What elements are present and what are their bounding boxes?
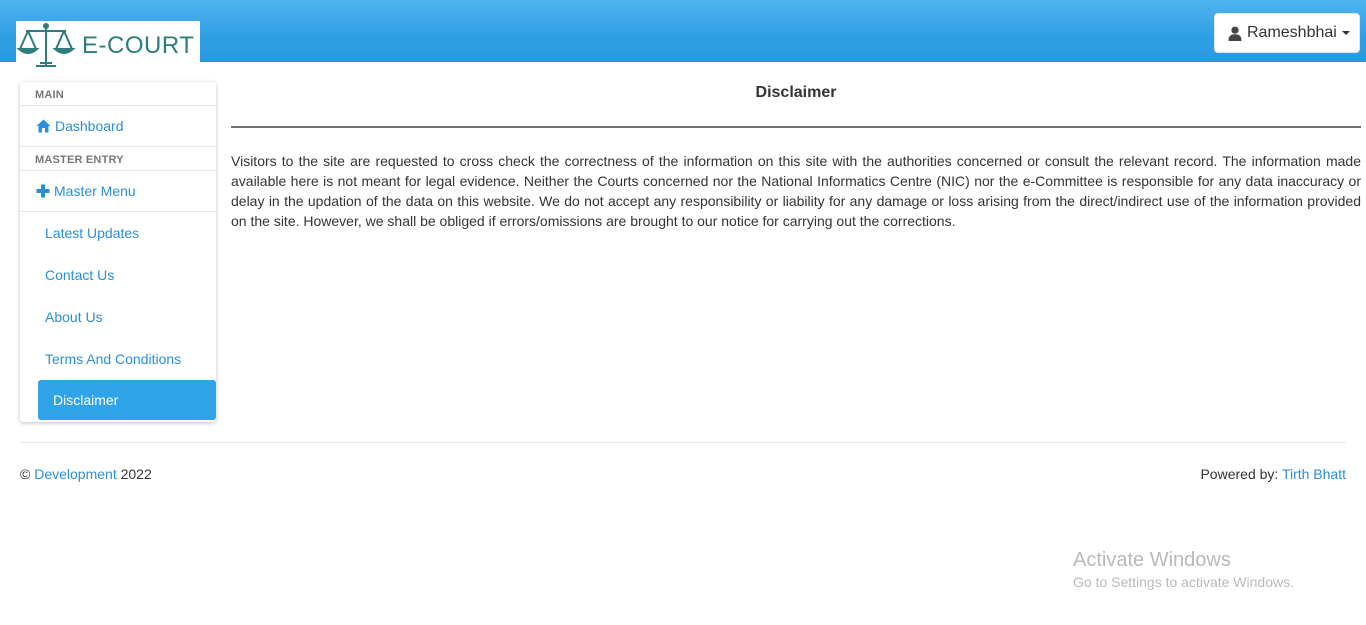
development-link[interactable]: Development xyxy=(34,466,117,482)
disclaimer-text: Visitors to the site are requested to cr… xyxy=(231,153,1361,229)
sidebar-item-disclaimer[interactable]: Disclaimer xyxy=(38,380,216,420)
sidebar-item-label: Master Menu xyxy=(54,183,136,199)
sidebar-item-label: Dashboard xyxy=(55,118,124,134)
footer-powered-by: Powered by: Tirth Bhatt xyxy=(1200,466,1346,482)
sidebar-item-dashboard[interactable]: Dashboard xyxy=(20,106,216,147)
author-link[interactable]: Tirth Bhatt xyxy=(1282,466,1346,482)
sidebar-item-contact-us[interactable]: Contact Us xyxy=(20,254,216,296)
ecourt-logo[interactable]: E-COURT xyxy=(16,21,200,69)
user-icon xyxy=(1228,26,1242,41)
sidebar-menu: MAIN Dashboard MASTER ENTRY Master Menu … xyxy=(20,82,216,422)
watermark-subtitle: Go to Settings to activate Windows. xyxy=(1073,574,1294,590)
plus-icon xyxy=(36,184,50,198)
user-menu-button[interactable]: Rameshbhai xyxy=(1214,13,1360,53)
sidebar-heading-main: MAIN xyxy=(20,82,216,106)
title-divider xyxy=(231,126,1361,128)
caret-down-icon xyxy=(1341,31,1350,35)
sidebar-item-latest-updates[interactable]: Latest Updates xyxy=(20,212,216,254)
activate-windows-watermark: Activate Windows Go to Settings to activ… xyxy=(1073,549,1294,590)
copyright-year: 2022 xyxy=(120,466,152,482)
sidebar-item-master-menu[interactable]: Master Menu xyxy=(20,171,216,212)
logo-text: E-COURT xyxy=(82,32,195,59)
sidebar-item-terms-and-conditions[interactable]: Terms And Conditions xyxy=(20,338,216,380)
watermark-title: Activate Windows xyxy=(1073,549,1231,571)
top-navbar: E-COURT Rameshbhai xyxy=(0,0,1366,69)
copyright-symbol: © xyxy=(20,466,31,482)
home-icon xyxy=(36,119,51,133)
footer-divider xyxy=(20,442,1346,443)
sidebar-heading-master-entry: MASTER ENTRY xyxy=(20,147,216,171)
scales-of-justice-icon xyxy=(16,23,76,67)
user-name: Rameshbhai xyxy=(1247,24,1337,41)
main-content: Disclaimer Visitors to the site are requ… xyxy=(231,62,1361,231)
sidebar-item-about-us[interactable]: About Us xyxy=(20,296,216,338)
page-title: Disclaimer xyxy=(755,84,837,101)
footer-copyright: © Development 2022 xyxy=(20,466,152,482)
powered-by-label: Powered by: xyxy=(1200,466,1279,482)
